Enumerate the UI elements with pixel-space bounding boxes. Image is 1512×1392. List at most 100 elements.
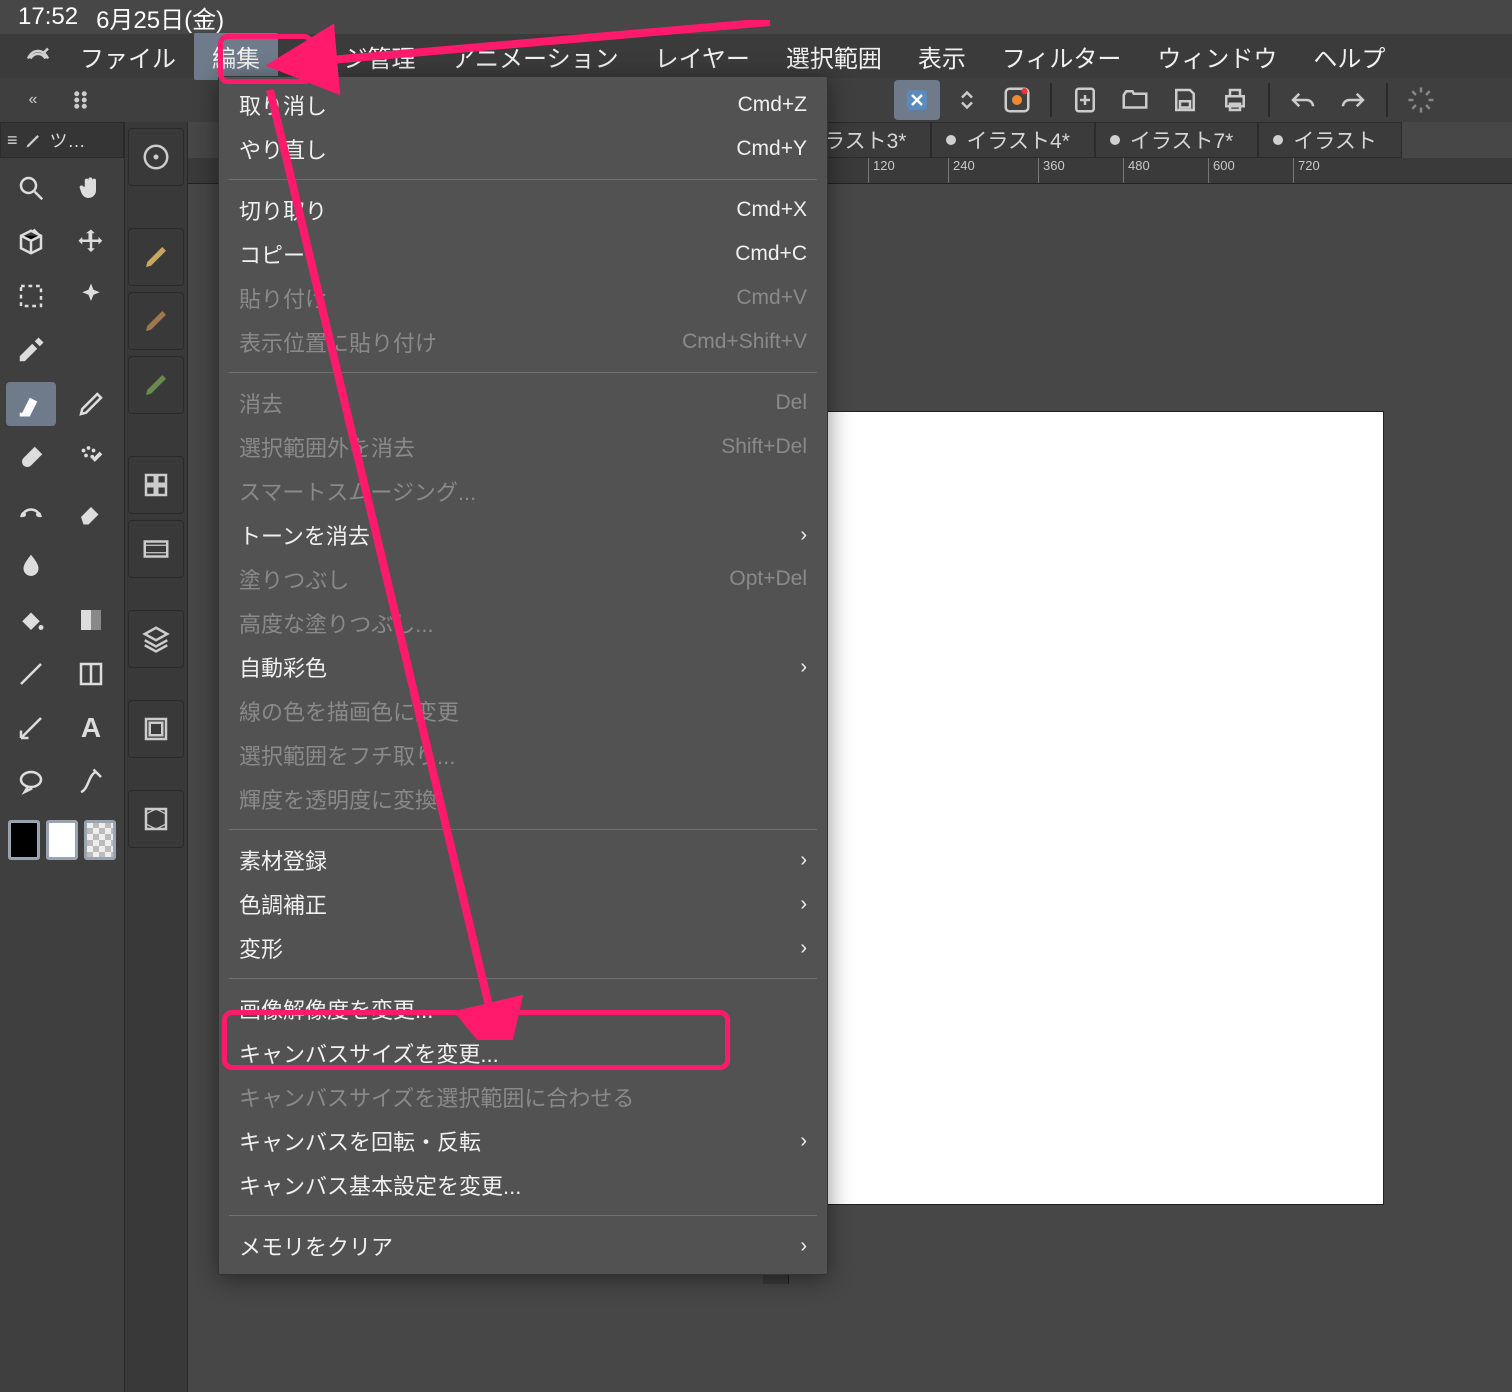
submenu-arrow-icon: › bbox=[800, 1235, 807, 1258]
edit-redo[interactable]: やり直しCmd+Y bbox=[219, 127, 827, 171]
subtool-window-icon[interactable] bbox=[128, 700, 184, 758]
edit-tonal[interactable]: 色調補正› bbox=[219, 882, 827, 926]
subtool-brush-icon[interactable] bbox=[128, 356, 184, 414]
tool-correct-line[interactable] bbox=[66, 760, 116, 804]
cmd-redo-icon[interactable] bbox=[1330, 80, 1376, 120]
cmd-print-icon[interactable] bbox=[1212, 80, 1258, 120]
edit-canvas-rotate[interactable]: キャンバスを回転・反転› bbox=[219, 1119, 827, 1163]
tool-zoom[interactable] bbox=[6, 166, 56, 210]
cmd-expand-icon[interactable]: « bbox=[10, 80, 56, 120]
subtool-pencil-icon[interactable] bbox=[128, 292, 184, 350]
cmd-material-icon[interactable] bbox=[894, 80, 940, 120]
menu-filter[interactable]: フィルター bbox=[984, 33, 1140, 80]
edit-change-resolution[interactable]: 画像解像度を変更... bbox=[219, 987, 827, 1031]
swatch-background[interactable] bbox=[46, 820, 78, 860]
swatch-transparent[interactable] bbox=[84, 820, 116, 860]
ruler-tick: 600 bbox=[1208, 158, 1235, 183]
tool-airbrush[interactable] bbox=[66, 436, 116, 480]
status-time: 17:52 bbox=[18, 3, 78, 31]
edit-canvas-settings[interactable]: キャンバス基本設定を変更... bbox=[219, 1163, 827, 1207]
edit-auto-color[interactable]: 自動彩色› bbox=[219, 645, 827, 689]
tool-marquee[interactable] bbox=[6, 274, 56, 318]
submenu-arrow-icon: › bbox=[800, 849, 807, 872]
tool-palette: ≡ ツ… A bbox=[0, 122, 124, 1392]
tool-eyedropper[interactable] bbox=[6, 328, 56, 372]
doc-tab[interactable]: イラスト7* bbox=[1095, 122, 1258, 158]
menu-window[interactable]: ウィンドウ bbox=[1139, 33, 1295, 80]
dirty-dot-icon bbox=[1273, 135, 1283, 145]
tool-gradient[interactable] bbox=[66, 598, 116, 642]
canvas[interactable] bbox=[823, 412, 1383, 1204]
tool-balloon[interactable] bbox=[6, 760, 56, 804]
tool-text[interactable]: A bbox=[66, 706, 116, 750]
subtool-anim-icon[interactable] bbox=[128, 520, 184, 578]
tool-deco[interactable] bbox=[6, 490, 56, 534]
subtool-nav-icon[interactable] bbox=[128, 128, 184, 186]
app-menubar: ファイル 編集 ページ管理 アニメーション レイヤー 選択範囲 表示 フィルター… bbox=[0, 34, 1512, 78]
menu-layer[interactable]: レイヤー bbox=[637, 33, 768, 80]
shortcut: Opt+Del bbox=[729, 567, 807, 591]
tool-empty2 bbox=[66, 544, 116, 588]
tool-wand[interactable] bbox=[66, 274, 116, 318]
submenu-arrow-icon: › bbox=[800, 524, 807, 547]
cmd-updown-icon[interactable] bbox=[944, 80, 990, 120]
macos-statusbar: 17:52 6月25日(金) bbox=[0, 0, 224, 34]
menu-edit[interactable]: 編集 bbox=[194, 33, 278, 80]
tool-ruler-shape[interactable] bbox=[6, 706, 56, 750]
tool-frame[interactable] bbox=[66, 652, 116, 696]
shortcut: Shift+Del bbox=[721, 435, 807, 459]
cmd-newpage-icon[interactable] bbox=[1062, 80, 1108, 120]
menu-view[interactable]: 表示 bbox=[900, 33, 984, 80]
cmd-open-icon[interactable] bbox=[1112, 80, 1158, 120]
shortcut: Cmd+Z bbox=[738, 93, 807, 117]
edit-fill: 塗りつぶしOpt+Del bbox=[219, 557, 827, 601]
tool-line[interactable] bbox=[6, 652, 56, 696]
app-logo-icon[interactable] bbox=[14, 37, 62, 75]
menu-anim[interactable]: アニメーション bbox=[434, 33, 637, 80]
subtool-layers-icon[interactable] bbox=[128, 610, 184, 668]
menu-file[interactable]: ファイル bbox=[62, 33, 194, 80]
tool-object[interactable] bbox=[6, 220, 56, 264]
tool-pen[interactable] bbox=[66, 382, 116, 426]
ruler-tick: 120 bbox=[868, 158, 895, 183]
edit-material[interactable]: 素材登録› bbox=[219, 838, 827, 882]
subtool-3d-icon[interactable] bbox=[128, 790, 184, 848]
subtool-pen-icon[interactable] bbox=[128, 228, 184, 286]
tool-eraser[interactable] bbox=[66, 490, 116, 534]
color-swatches bbox=[0, 812, 124, 868]
tool-fill[interactable] bbox=[6, 598, 56, 642]
edit-undo[interactable]: 取り消しCmd+Z bbox=[219, 83, 827, 127]
tool-palette-header[interactable]: ≡ ツ… bbox=[0, 122, 124, 158]
cmd-save-icon[interactable] bbox=[1162, 80, 1208, 120]
shortcut: Cmd+X bbox=[736, 198, 807, 222]
doc-tab[interactable]: イラスト4* bbox=[931, 122, 1094, 158]
cmd-undo-icon[interactable] bbox=[1280, 80, 1326, 120]
menu-page[interactable]: ページ管理 bbox=[278, 33, 434, 80]
edit-line-color: 線の色を描画色に変更 bbox=[219, 689, 827, 733]
edit-tone-clear[interactable]: トーンを消去› bbox=[219, 513, 827, 557]
edit-paste-pos: 表示位置に貼り付けCmd+Shift+V bbox=[219, 320, 827, 364]
cmd-record-icon[interactable] bbox=[994, 80, 1040, 120]
edit-paste: 貼り付けCmd+V bbox=[219, 276, 827, 320]
edit-clear-memory[interactable]: メモリをクリア› bbox=[219, 1224, 827, 1268]
doc-tab[interactable]: イラスト bbox=[1258, 122, 1402, 158]
edit-change-canvas-size[interactable]: キャンバスサイズを変更... bbox=[219, 1031, 827, 1075]
shortcut: Cmd+V bbox=[736, 286, 807, 310]
tool-brush[interactable] bbox=[6, 436, 56, 480]
cmd-grip-icon[interactable] bbox=[60, 80, 106, 120]
swatch-foreground[interactable] bbox=[8, 820, 40, 860]
doc-tab-label: イラスト bbox=[1293, 125, 1377, 155]
tool-move[interactable] bbox=[66, 220, 116, 264]
edit-transform[interactable]: 変形› bbox=[219, 926, 827, 970]
tool-empty bbox=[66, 328, 116, 372]
tool-blend[interactable] bbox=[6, 544, 56, 588]
edit-copy[interactable]: コピーCmd+C bbox=[219, 232, 827, 276]
cmd-spinner-icon bbox=[1398, 80, 1444, 120]
submenu-arrow-icon: › bbox=[800, 1130, 807, 1153]
tool-hand[interactable] bbox=[66, 166, 116, 210]
subtool-grid-icon[interactable] bbox=[128, 456, 184, 514]
menu-help[interactable]: ヘルプ bbox=[1295, 33, 1403, 80]
edit-cut[interactable]: 切り取りCmd+X bbox=[219, 188, 827, 232]
menu-select[interactable]: 選択範囲 bbox=[768, 33, 900, 80]
tool-marker[interactable] bbox=[6, 382, 56, 426]
